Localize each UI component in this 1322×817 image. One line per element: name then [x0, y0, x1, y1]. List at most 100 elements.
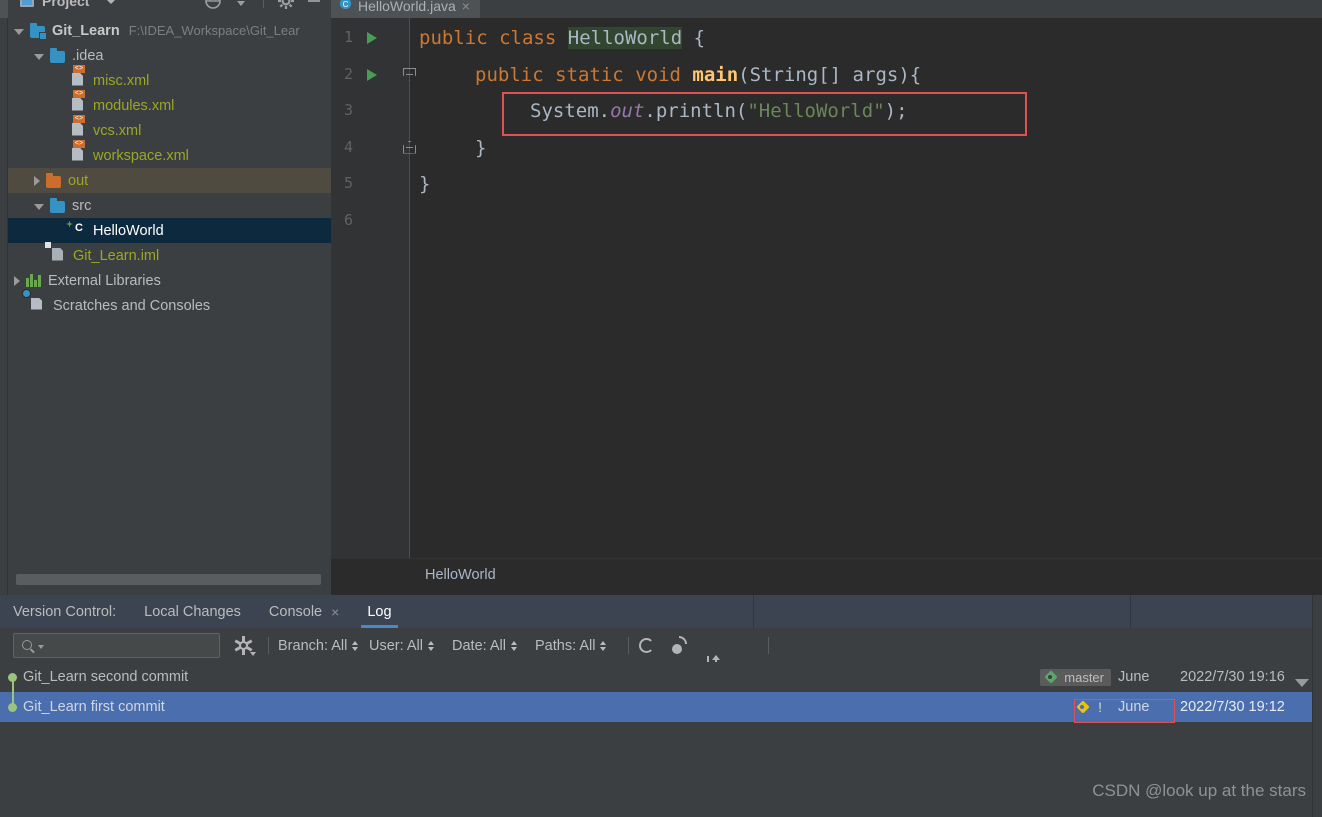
chevron-down-icon[interactable] [106, 0, 116, 4]
tree-item-git-learn-iml[interactable]: Git_Learn.iml [8, 241, 331, 268]
commit-subject: Git_Learn first commit [23, 699, 165, 715]
header-divider [263, 0, 264, 8]
minimize-icon[interactable] [305, 0, 323, 10]
editor-tab-helloworld[interactable]: C HelloWorld.java × [331, 0, 480, 18]
filter-date-label: Date: All [452, 638, 506, 654]
filter-user[interactable]: User: All [369, 638, 434, 654]
locate-icon[interactable] [204, 0, 222, 10]
code-line-1: public class HelloWorld { [419, 20, 705, 57]
filter-branch[interactable]: Branch: All [278, 638, 359, 654]
tab-log[interactable]: Log [361, 595, 398, 628]
tree-item-misc-xml[interactable]: <> misc.xml [8, 64, 331, 93]
run-gutter-icon[interactable] [367, 32, 377, 44]
commit-subject: Git_Learn second commit [23, 669, 189, 685]
system-ref: System. [530, 100, 611, 122]
close-icon[interactable]: × [462, 0, 470, 14]
xml-file-icon: <> [71, 139, 87, 164]
tree-item-git-learn[interactable]: Git_Learn F:\IDEA_Workspace\Git_Lear [8, 18, 331, 43]
tab-console[interactable]: Console × [269, 595, 339, 628]
refresh-icon[interactable] [639, 638, 654, 653]
chevron-down-icon[interactable] [14, 28, 24, 35]
commit-row[interactable]: Git_Learn first commit! June 2022/7/30 19:… [0, 677, 1312, 722]
statement-end: ); [884, 100, 908, 122]
commit-author: June [1118, 669, 1150, 685]
filter-paths-label: Paths: All [535, 638, 596, 654]
code-line-3: System.out.println("HelloWorld"); [530, 93, 908, 130]
chevron-right-icon[interactable] [14, 275, 20, 286]
folder-orange-icon [46, 172, 62, 189]
filter-date[interactable]: Date: All [452, 638, 517, 654]
chevron-down-icon [250, 652, 256, 656]
chevron-down-icon[interactable] [34, 203, 44, 210]
line-number-1: 1 [343, 28, 353, 46]
tree-item-scratches-and-consoles[interactable]: Scratches and Consoles [8, 288, 331, 318]
svg-text:C: C [343, 0, 349, 9]
gear-icon[interactable] [234, 636, 256, 656]
tab-log-label: Log [367, 603, 392, 620]
commit-date: 2022/7/30 19:12 [1180, 699, 1285, 715]
tree-item-workspace-xml[interactable]: <> workspace.xml [8, 139, 331, 168]
watermark: CSDN @look up at the stars [1092, 781, 1306, 800]
source-code[interactable]: public class HelloWorld { public static … [419, 18, 1322, 558]
module-folder-icon [30, 22, 47, 40]
commit-row[interactable]: Git_Learn second commit master June 2022/7/… [0, 662, 1312, 692]
tab-local-changes[interactable]: Local Changes [144, 595, 241, 628]
line-number-4: 4 [343, 137, 353, 156]
collapse-all-icon[interactable] [232, 0, 250, 10]
chevron-down-icon[interactable] [34, 53, 44, 60]
keyword-class: class [499, 27, 557, 49]
breadcrumb[interactable]: HelloWorld [425, 567, 496, 583]
tree-item-helloworld[interactable]: HelloWorld [8, 218, 331, 243]
cherry-pick-icon[interactable] [671, 636, 690, 655]
tree-item-external-libraries[interactable]: External Libraries [8, 268, 331, 293]
filter-paths[interactable]: Paths: All [535, 638, 607, 654]
commit-refs: ! [988, 698, 1118, 716]
code-line-4: } [475, 130, 486, 167]
tree-item-idea[interactable]: .idea [8, 43, 331, 68]
project-tree[interactable]: Git_Learn F:\IDEA_Workspace\Git_Lear .idea… [8, 18, 331, 578]
code-line-2: public static void main(String[] args){ [475, 57, 921, 94]
code-line-5: } [419, 166, 430, 203]
chevron-down-icon[interactable] [38, 645, 44, 649]
project-horizontal-scrollbar[interactable] [16, 574, 321, 585]
search-input[interactable] [13, 633, 220, 658]
project-icon [20, 0, 34, 7]
tree-item-label: src [72, 197, 92, 214]
keyword-static: static [555, 63, 624, 86]
editor-tab-label: HelloWorld.java [358, 0, 456, 14]
chevron-down-icon[interactable] [1295, 679, 1309, 687]
tree-item-label: .idea [72, 47, 104, 64]
editor-tab-bar: C HelloWorld.java × [331, 0, 1322, 18]
version-control-title: Version Control: [13, 603, 117, 620]
editor-breadcrumb-bar: HelloWorld [331, 558, 1322, 595]
fold-guide-line [409, 18, 410, 558]
tree-item-label: modules.xml [93, 97, 175, 114]
tree-item-label: out [68, 172, 89, 189]
run-gutter-icon[interactable] [367, 68, 377, 81]
tree-item-vcs-xml[interactable]: <> vcs.xml [8, 114, 331, 143]
tree-item-path: F:\IDEA_Workspace\Git_Lear [128, 23, 300, 38]
version-control-tab-bar: Version Control: Local Changes Console ×… [0, 595, 1322, 628]
libraries-icon [26, 273, 42, 289]
chevron-right-icon[interactable] [34, 175, 40, 186]
xml-file-icon: <> [71, 114, 87, 139]
toolbar-divider-1 [268, 637, 269, 654]
editor-gutter[interactable]: 1 2 3 4 5 6 [331, 18, 410, 558]
line-number-6: 6 [343, 210, 353, 229]
tree-item-out[interactable]: out [8, 168, 331, 193]
code-editor[interactable]: 1 2 3 4 5 6 public class HelloWorld { public … [331, 18, 1322, 558]
method-params: (String[] args){ [738, 63, 922, 86]
tag-yellow-icon [1076, 700, 1091, 714]
gear-icon[interactable] [277, 0, 295, 10]
ref-label-master[interactable]: master [1040, 668, 1111, 686]
tree-item-label: workspace.xml [93, 147, 189, 164]
toolbar-divider-3 [768, 637, 769, 654]
tree-item-modules-xml[interactable]: <> modules.xml [8, 89, 331, 118]
project-panel-header: Project [8, 0, 331, 18]
close-icon[interactable]: × [331, 604, 339, 620]
line-number-2: 2 [343, 64, 353, 83]
java-class-icon: C [339, 0, 352, 15]
tree-item-src[interactable]: src [8, 193, 331, 218]
filter-branch-label: Branch: All [278, 638, 348, 654]
ref-label-June[interactable]: ! [1072, 698, 1111, 716]
